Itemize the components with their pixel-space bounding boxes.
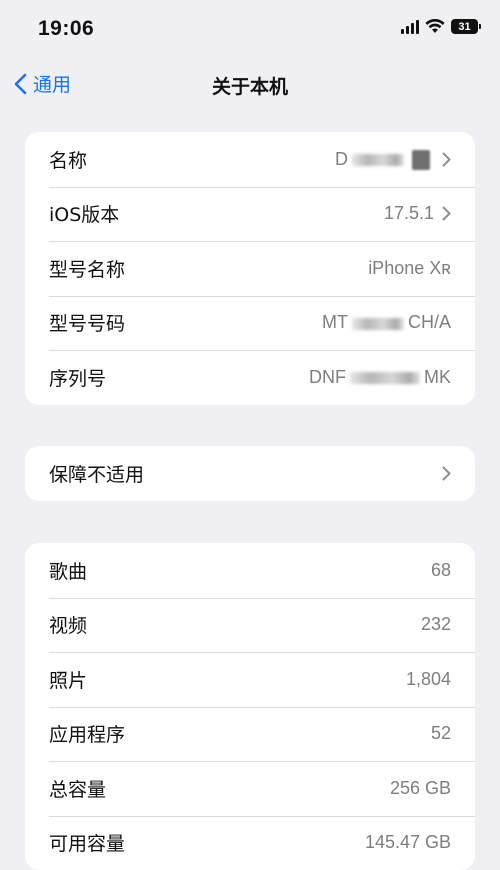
chevron-right-icon [442,152,451,167]
wifi-icon [425,19,445,34]
total-capacity-row: 总容量 256 GB [25,761,475,816]
photos-value: 1,804 [406,669,451,690]
total-capacity-value: 256 GB [390,778,451,799]
ios-version-label: iOS版本 [49,200,119,227]
media-stats-card: 歌曲 68 视频 232 照片 1,804 应用程序 52 总容量 256 GB… [25,543,475,870]
apps-label: 应用程序 [49,720,125,747]
chevron-right-icon [442,466,451,481]
redaction-blur [352,154,404,166]
available-capacity-value: 145.47 GB [365,832,451,853]
available-capacity-label: 可用容量 [49,829,125,856]
serial-number-row: 序列号 DNFMK [25,350,475,405]
model-name-row: 型号名称 iPhone Xʀ [25,241,475,296]
name-value: D [335,149,434,170]
apps-value: 52 [431,723,451,744]
redaction-blur [412,150,430,170]
redaction-blur [352,318,404,330]
songs-row: 歌曲 68 [25,543,475,598]
model-number-row[interactable]: 型号号码 MTCH/A [25,296,475,351]
battery-level: 31 [458,21,470,33]
photos-label: 照片 [49,666,87,693]
status-time: 19:06 [38,17,94,41]
serial-number-value: DNFMK [309,367,451,388]
warranty-label: 保障不适用 [49,460,144,487]
model-number-value[interactable]: MTCH/A [322,312,451,333]
warranty-row[interactable]: 保障不适用 [25,446,475,501]
model-name-label: 型号名称 [49,255,125,282]
serial-number-label: 序列号 [49,364,106,391]
videos-row: 视频 232 [25,598,475,653]
photos-row: 照片 1,804 [25,652,475,707]
chevron-right-icon [442,206,451,221]
navigation-bar: 通用 关于本机 [0,64,500,108]
total-capacity-label: 总容量 [49,775,106,802]
ios-version-row[interactable]: iOS版本 17.5.1 [25,187,475,242]
apps-row: 应用程序 52 [25,707,475,762]
battery-icon: 31 [451,19,478,34]
status-icons: 31 [401,19,478,34]
name-row[interactable]: 名称 D [25,132,475,187]
warranty-card: 保障不适用 [25,446,475,501]
ios-version-value: 17.5.1 [384,203,434,224]
songs-label: 歌曲 [49,557,87,584]
page-title: 关于本机 [0,72,500,99]
model-number-label: 型号号码 [49,309,125,336]
name-label: 名称 [49,146,87,173]
songs-value: 68 [431,560,451,581]
status-bar: 19:06 31 [0,0,500,60]
model-name-value: iPhone Xʀ [368,258,451,279]
redaction-blur [350,372,420,384]
available-capacity-row: 可用容量 145.47 GB [25,816,475,870]
videos-value: 232 [421,614,451,635]
device-info-card: 名称 D iOS版本 17.5.1 型号名称 iPhone Xʀ 型号号码 MT… [25,132,475,405]
videos-label: 视频 [49,611,87,638]
cellular-signal-icon [401,20,419,34]
